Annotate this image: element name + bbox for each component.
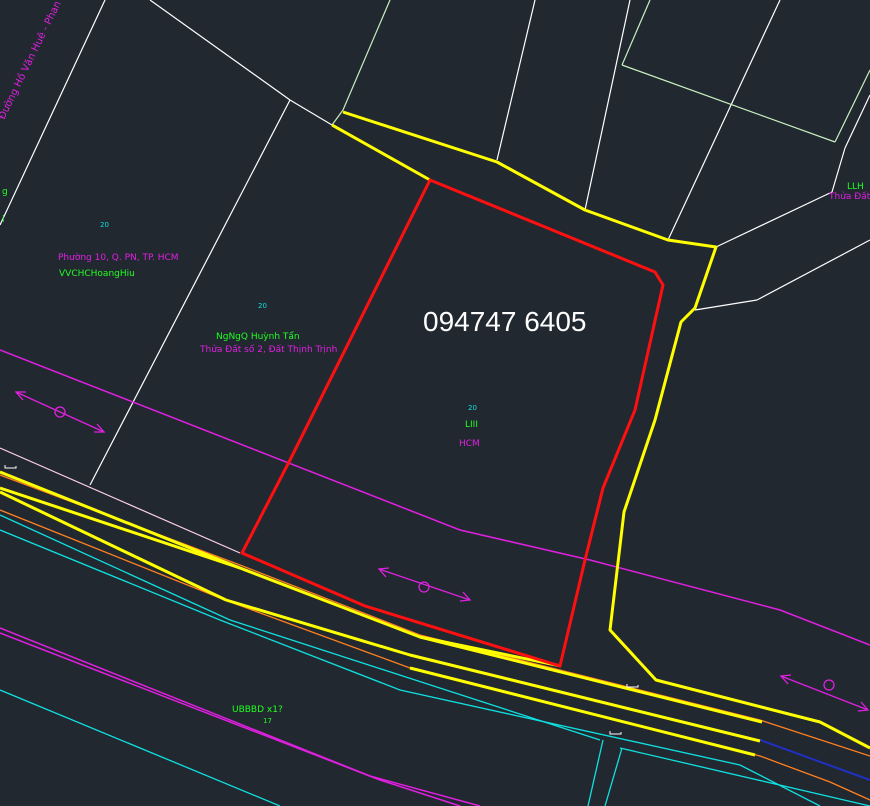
road-number: 17 (263, 717, 272, 725)
lot-number-center-west: 20 (258, 302, 267, 310)
navy-line (759, 739, 870, 781)
road-label: UBBBD x1? (232, 705, 283, 715)
street-name-vertical: Đường Hồ Văn Huê - Phan Đăng Lưu (0, 0, 86, 121)
edge-right-line2: Thửa Đất (828, 191, 870, 202)
parcel-lines-white (0, 0, 870, 486)
lot-number-main: 20 (468, 404, 477, 412)
owner-nw-line2: VVCHCHoangHiu (59, 269, 135, 279)
lot-number-nw: 20 (100, 221, 109, 229)
road-direction-symbol-3 (779, 674, 870, 712)
phone-number-overlay: 094747 6405 (423, 306, 587, 337)
owner-nw-line1: Phường 10, Q. PN, TP. HCM (58, 252, 179, 263)
owner-center-west-line2: Thửa Đất số 2, Đất Thịnh Trịnh (199, 344, 337, 355)
edge-left-green-text-1: g (2, 187, 8, 197)
road-boundary-yellow (0, 110, 870, 757)
magenta-lines (0, 349, 870, 806)
cadastral-map-view[interactable]: Đường Hồ Văn Huê - Phan Đăng Lưu g i 20 … (0, 0, 870, 806)
parcel-lines-pale-green (331, 0, 870, 143)
owner-center-west-line1: NgNgQ Huỳnh Tẩn (216, 331, 300, 342)
road-direction-symbol-1 (14, 391, 106, 433)
cadastral-map-svg: Đường Hồ Văn Huê - Phan Đăng Lưu g i 20 … (0, 0, 870, 806)
edge-right-line1: LLH (847, 182, 864, 192)
main-parcel-line1: LIII (465, 420, 478, 430)
main-parcel-line2: HCM (459, 439, 480, 449)
edge-left-green-text-2: i (2, 215, 5, 225)
road-direction-symbol-2 (377, 567, 472, 602)
